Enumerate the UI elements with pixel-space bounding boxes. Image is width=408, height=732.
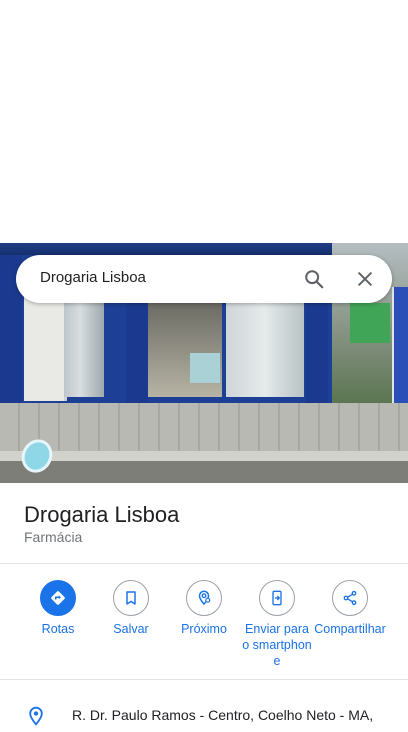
address-row[interactable]: R. Dr. Paulo Ramos - Centro, Coelho Neto… <box>0 693 408 726</box>
directions-button[interactable]: Rotas <box>21 580 95 637</box>
save-label: Salvar <box>113 622 149 636</box>
photo-street <box>0 461 408 483</box>
nearby-icon <box>186 580 222 616</box>
search-query[interactable]: Drogaria Lisboa <box>40 269 146 286</box>
search-bar[interactable]: Drogaria Lisboa <box>16 255 392 303</box>
search-icon[interactable] <box>300 265 328 293</box>
share-label: Compartilhar <box>314 622 386 636</box>
divider <box>0 563 408 564</box>
photo-door <box>24 291 67 401</box>
send-to-phone-icon <box>259 580 295 616</box>
send-to-phone-label: Enviar para o smartphone <box>242 622 312 668</box>
photo-curb <box>0 451 408 461</box>
photo-green-roof <box>350 303 390 343</box>
place-category[interactable]: Farmácia <box>24 529 82 545</box>
photo-sidewalk <box>0 403 408 453</box>
photo-shop-interior <box>64 301 104 397</box>
directions-label: Rotas <box>41 622 75 636</box>
photo-sign <box>392 287 408 407</box>
share-button[interactable]: Compartilhar <box>313 580 387 637</box>
photo-shelf <box>190 353 220 383</box>
directions-icon <box>40 580 76 616</box>
place-title: Drogaria Lisboa <box>24 502 180 527</box>
share-icon <box>332 580 368 616</box>
divider <box>0 679 408 680</box>
nearby-label: Próximo <box>181 622 227 636</box>
location-pin-icon <box>26 705 46 732</box>
place-sheet: Drogaria Lisboa Farmácia Rotas Salvar Pr… <box>0 483 408 726</box>
address-text: R. Dr. Paulo Ramos - Centro, Coelho Neto… <box>72 707 374 723</box>
save-button[interactable]: Salvar <box>94 580 168 637</box>
close-icon[interactable] <box>351 265 379 293</box>
photo-shop-interior <box>226 301 304 397</box>
bookmark-icon <box>113 580 149 616</box>
send-to-phone-button[interactable]: Enviar para o smartphone <box>240 580 314 669</box>
nearby-button[interactable]: Próximo <box>167 580 241 637</box>
map-blank-area <box>0 0 408 243</box>
